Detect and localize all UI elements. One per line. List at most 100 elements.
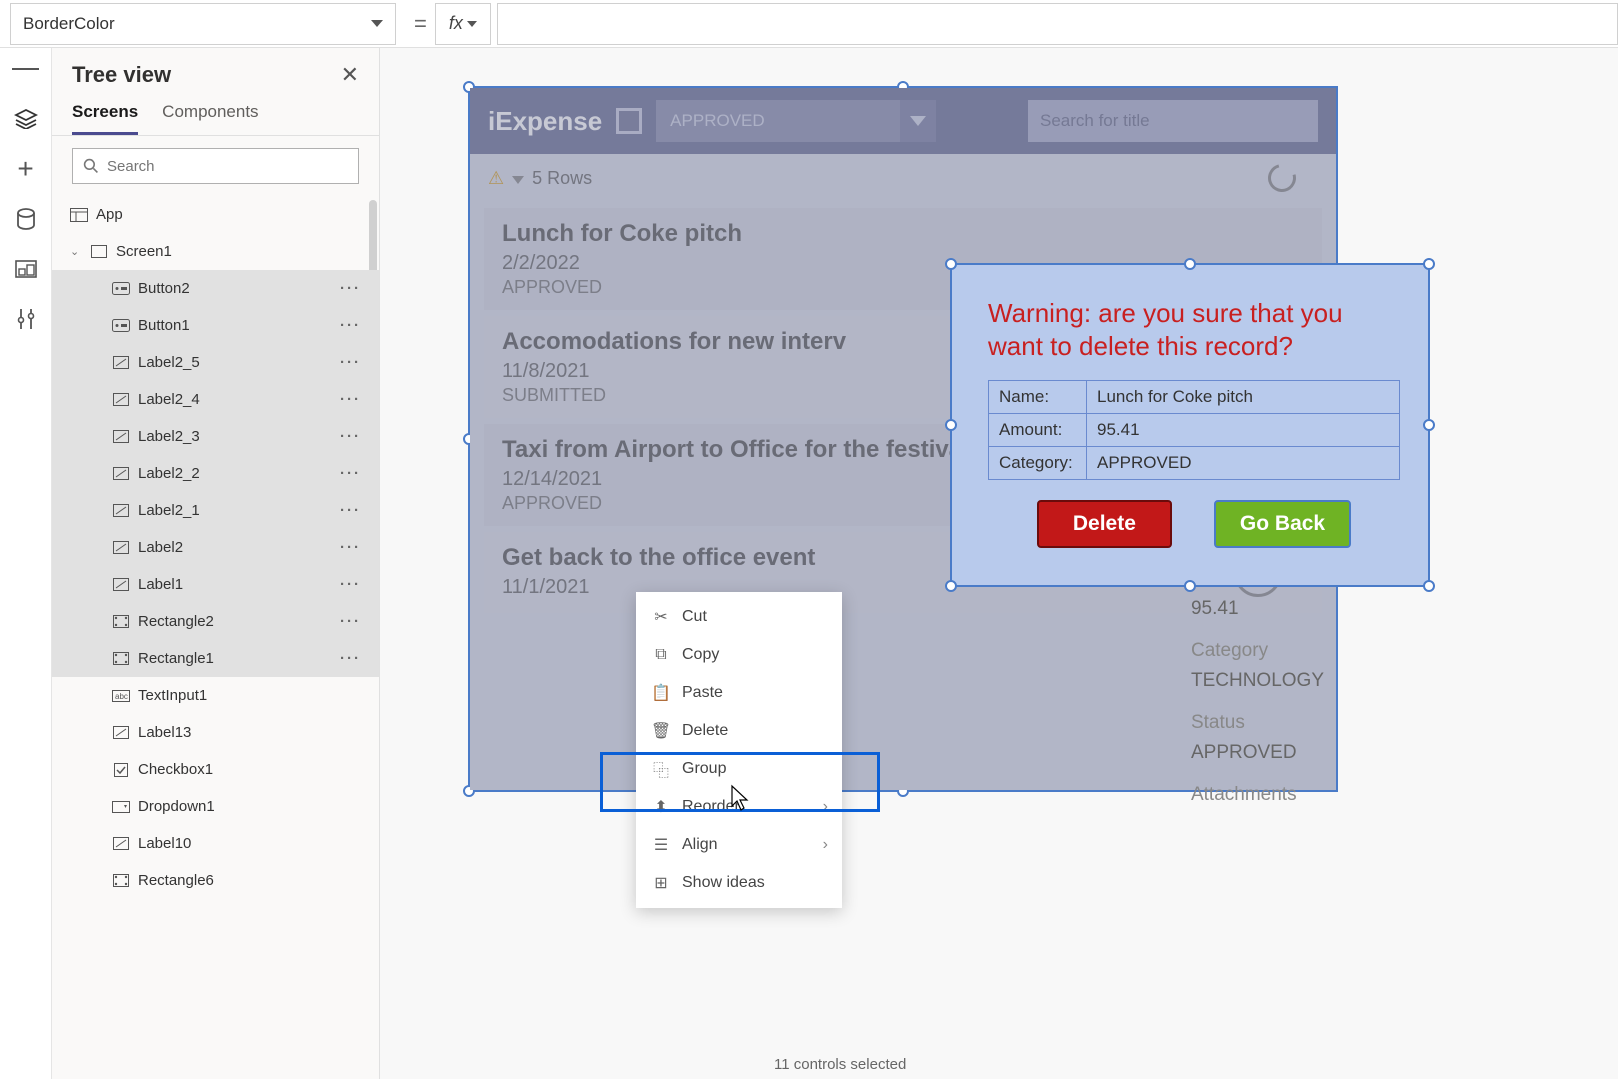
tree-item[interactable]: Rectangle1··· xyxy=(52,640,379,677)
tree-item[interactable]: Label2_1··· xyxy=(52,492,379,529)
canvas-frame[interactable]: iExpense APPROVED Search for title ⚠ 5 R… xyxy=(468,86,1338,792)
chevron-down-icon[interactable]: ⌄ xyxy=(70,245,80,258)
fx-button[interactable]: fx xyxy=(435,3,491,45)
label-icon xyxy=(112,356,130,370)
tree-item-label: Dropdown1 xyxy=(138,798,215,815)
more-icon[interactable]: ··· xyxy=(340,613,361,630)
tree-item[interactable]: Label10 xyxy=(52,825,379,862)
detail-amount: 95.41 xyxy=(1191,598,1324,620)
chevron-down-icon[interactable] xyxy=(512,168,524,189)
dialog-selection[interactable]: Warning: are you sure that you want to d… xyxy=(950,263,1430,587)
dropdown-icon xyxy=(112,800,130,814)
search-placeholder: Search for title xyxy=(1040,111,1150,131)
tree-item[interactable]: Button2 ··· xyxy=(52,270,379,307)
go-back-button[interactable]: Go Back xyxy=(1214,500,1351,548)
copy-icon: ⧉ xyxy=(652,646,670,664)
name-label: Name: xyxy=(989,381,1087,413)
detail-attachments-label: Attachments xyxy=(1191,784,1324,806)
status-dropdown[interactable]: APPROVED xyxy=(656,100,936,142)
tree-title: Tree view xyxy=(72,62,171,88)
checkbox-icon xyxy=(112,763,130,777)
hamburger-icon[interactable] xyxy=(12,58,40,80)
canvas-area[interactable]: iExpense APPROVED Search for title ⚠ 5 R… xyxy=(380,48,1618,1079)
selection-handle[interactable] xyxy=(1423,258,1435,270)
tree-item-label: Label2_3 xyxy=(138,428,200,445)
tree-item-app[interactable]: App xyxy=(52,196,379,233)
ctx-delete[interactable]: 🗑Delete xyxy=(636,712,842,750)
label-icon xyxy=(112,393,130,407)
ctx-copy[interactable]: ⧉Copy xyxy=(636,636,842,674)
search-input[interactable]: Search for title xyxy=(1028,100,1318,142)
property-dropdown[interactable]: BorderColor xyxy=(10,3,396,45)
more-icon[interactable]: ··· xyxy=(340,465,361,482)
tree-item[interactable]: Dropdown1 xyxy=(52,788,379,825)
tree-item[interactable]: Label2_5··· xyxy=(52,344,379,381)
formula-input[interactable] xyxy=(497,3,1618,45)
tree-item[interactable]: Button1··· xyxy=(52,307,379,344)
more-icon[interactable]: ··· xyxy=(340,502,361,519)
tab-screens[interactable]: Screens xyxy=(72,94,138,135)
more-icon[interactable]: ··· xyxy=(340,428,361,445)
more-icon[interactable]: ··· xyxy=(340,650,361,667)
formula-bar: BorderColor = fx xyxy=(0,0,1618,48)
refresh-icon[interactable] xyxy=(1263,159,1301,197)
more-icon[interactable]: ··· xyxy=(340,576,361,593)
tree-item[interactable]: Rectangle6 xyxy=(52,862,379,899)
chevron-down-icon xyxy=(467,21,477,27)
tree-item-label: Label1 xyxy=(138,576,183,593)
selection-handle[interactable] xyxy=(945,580,957,592)
delete-button[interactable]: Delete xyxy=(1037,500,1172,548)
selection-handle[interactable] xyxy=(1423,419,1435,431)
search-icon xyxy=(83,158,99,174)
selection-handle[interactable] xyxy=(945,258,957,270)
tree-list: App ⌄ Screen1 Button2···Button1···Label2… xyxy=(52,196,379,1036)
data-icon[interactable] xyxy=(12,208,40,230)
more-icon[interactable]: ··· xyxy=(340,317,361,334)
tree-view-icon[interactable] xyxy=(12,108,40,130)
selection-handle[interactable] xyxy=(945,419,957,431)
ctx-paste[interactable]: 📋Paste xyxy=(636,674,842,712)
chevron-down-icon xyxy=(900,100,936,142)
tree-item[interactable]: abcTextInput1 xyxy=(52,677,379,714)
tab-components[interactable]: Components xyxy=(162,94,258,135)
tools-icon[interactable] xyxy=(12,308,40,330)
tree-item-screen1[interactable]: ⌄ Screen1 xyxy=(52,233,379,270)
tree-item[interactable]: Label1 ··· xyxy=(52,566,379,603)
warning-text: Warning: are you sure that you want to d… xyxy=(988,297,1400,362)
tree-item[interactable]: Label2··· xyxy=(52,529,379,566)
detail-status-label: Status xyxy=(1191,712,1324,734)
media-icon[interactable] xyxy=(12,258,40,280)
ctx-show-ideas[interactable]: ⊞Show ideas xyxy=(636,864,842,902)
tree-item[interactable]: Label2_3 ··· xyxy=(52,418,379,455)
label-icon xyxy=(112,726,130,740)
category-value: APPROVED xyxy=(1087,447,1201,479)
selection-handle[interactable] xyxy=(1184,258,1196,270)
tree-item-label: Button2 xyxy=(138,280,190,297)
header-checkbox[interactable] xyxy=(616,108,642,134)
detail-status-value: APPROVED xyxy=(1191,742,1324,764)
more-icon[interactable]: ··· xyxy=(340,539,361,556)
align-icon: ☰ xyxy=(652,836,670,854)
app-header: iExpense APPROVED Search for title xyxy=(470,88,1336,154)
ctx-cut[interactable]: ✂Cut xyxy=(636,598,842,636)
more-icon[interactable]: ··· xyxy=(340,354,361,371)
tree-search-input[interactable] xyxy=(107,158,348,175)
tree-item[interactable]: Rectangle2··· xyxy=(52,603,379,640)
tree-item[interactable]: Checkbox1 xyxy=(52,751,379,788)
selection-handle[interactable] xyxy=(1184,580,1196,592)
insert-icon[interactable]: + xyxy=(12,158,40,180)
tree-item[interactable]: Label13 xyxy=(52,714,379,751)
more-icon[interactable]: ··· xyxy=(340,391,361,408)
rows-count: 5 Rows xyxy=(532,168,592,189)
ctx-align[interactable]: ☰Align› xyxy=(636,826,842,864)
close-icon[interactable]: ✕ xyxy=(341,62,359,88)
selection-handle[interactable] xyxy=(1423,580,1435,592)
amount-label: Amount: xyxy=(989,414,1087,446)
tree-item[interactable]: Label2_4··· xyxy=(52,381,379,418)
tree-item[interactable]: Label2_2··· xyxy=(52,455,379,492)
tree-search[interactable] xyxy=(72,148,359,184)
tree-item-label: App xyxy=(96,206,123,223)
more-icon[interactable]: ··· xyxy=(340,280,361,297)
label-icon xyxy=(112,430,130,444)
screen-icon xyxy=(90,245,108,259)
